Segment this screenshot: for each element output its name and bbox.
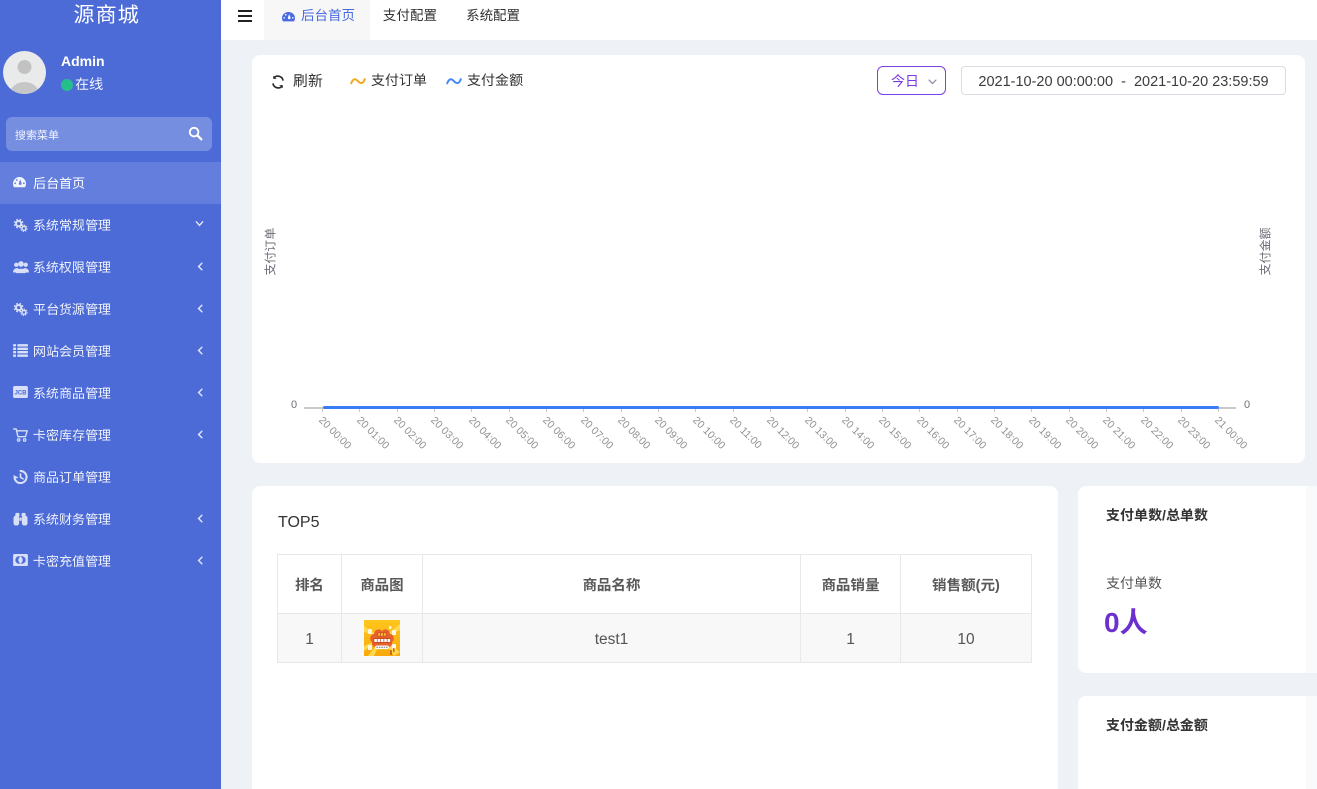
svg-text:JCB: JCB [14,391,27,397]
